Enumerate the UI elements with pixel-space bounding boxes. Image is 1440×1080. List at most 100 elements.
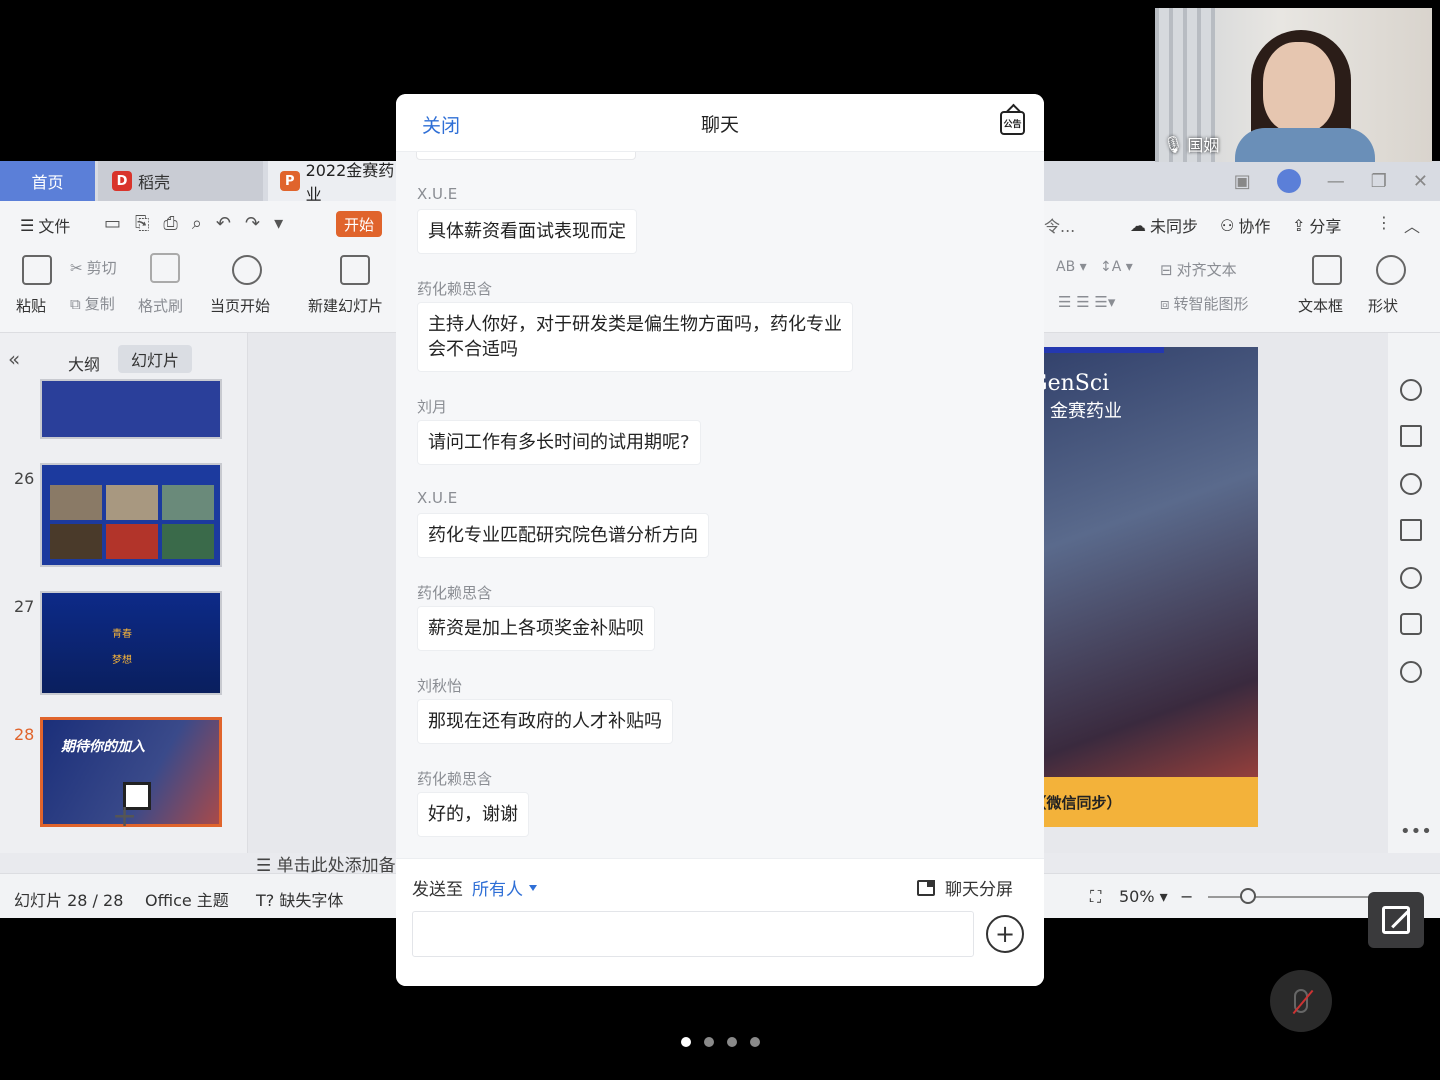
textbox-button[interactable]: 文本框: [1298, 295, 1343, 316]
cut-label: 剪切: [86, 259, 117, 277]
shape-button[interactable]: 形状: [1368, 295, 1398, 316]
new-slide-button[interactable]: 新建幻灯片: [308, 295, 383, 316]
smart-shape-label: 转智能图形: [1173, 295, 1249, 313]
announcement-icon-label: 公告: [1003, 119, 1022, 130]
collapse-ribbon-icon[interactable]: ︿: [1404, 213, 1420, 237]
slides-panel: « 大纲 幻灯片 26 27 青春 梦想 28 期待你的加入 +: [0, 333, 248, 853]
cloud-icon: ☁: [1130, 215, 1146, 235]
tab-home[interactable]: 首页: [0, 161, 95, 201]
sync-status[interactable]: ☁ 未同步: [1130, 213, 1198, 237]
slide-counter: 幻灯片 28 / 28: [14, 891, 124, 910]
sync-label: 未同步: [1150, 217, 1199, 236]
close-window-icon[interactable]: ✕: [1413, 171, 1428, 192]
star-icon[interactable]: [1400, 473, 1422, 495]
location-icon[interactable]: [1400, 661, 1422, 683]
zoom-out-icon[interactable]: −: [1180, 887, 1193, 906]
smart-shape-button[interactable]: ⧈ 转智能图形: [1160, 293, 1249, 314]
slide-thumbnail-25[interactable]: [40, 379, 222, 439]
hamburger-icon: ☰: [20, 215, 35, 235]
participant-body: [1235, 128, 1375, 162]
redo-icon[interactable]: ↷: [245, 213, 260, 234]
tab-daoke[interactable]: D 稻壳: [98, 161, 263, 201]
more-icon[interactable]: ⋮: [1376, 213, 1392, 232]
page-dot[interactable]: [726, 1037, 737, 1047]
more-dropdown-icon[interactable]: ▾: [274, 213, 283, 234]
settings-sliders-icon[interactable]: [1400, 425, 1422, 447]
help-icon[interactable]: [1400, 567, 1422, 589]
self-name: 国姻: [1187, 136, 1220, 155]
theme-name[interactable]: Office 主题: [145, 887, 229, 911]
page-dot[interactable]: [703, 1037, 714, 1047]
message-sender: 药化赖思含: [417, 770, 493, 788]
user-avatar[interactable]: [1276, 169, 1301, 193]
tab-start[interactable]: 开始: [336, 211, 382, 237]
page-dot[interactable]: [749, 1037, 760, 1047]
image-icon[interactable]: [1400, 613, 1422, 635]
slide-thumbnail-27[interactable]: 青春 梦想: [40, 591, 222, 695]
zoom-level[interactable]: 50% ▾: [1119, 887, 1168, 906]
print-icon[interactable]: ⎙: [163, 213, 177, 234]
save-icon[interactable]: ▭: [104, 213, 121, 234]
undo-icon[interactable]: ↶: [216, 213, 231, 234]
comment-icon[interactable]: [1400, 519, 1422, 541]
exit-fullscreen-button[interactable]: [1368, 892, 1424, 948]
slide-thumbnail-26[interactable]: [40, 463, 222, 567]
chat-split-screen-button[interactable]: 聊天分屏: [917, 875, 1013, 900]
exit-fullscreen-icon: [1382, 906, 1410, 934]
layout-icon[interactable]: ▣: [1234, 171, 1251, 192]
slide-number: 27: [14, 597, 35, 616]
rocket-icon[interactable]: [1400, 379, 1422, 401]
tab-outline[interactable]: 大纲: [68, 351, 100, 375]
self-name-tag: 🎙 国姻: [1163, 132, 1219, 156]
align-text-button[interactable]: ⊟ 对齐文本: [1160, 259, 1237, 280]
tab-daoke-label: 稻壳: [138, 173, 171, 192]
caret-down-icon: [529, 884, 537, 891]
font-icon: T?: [256, 891, 275, 910]
line-spacing-icons[interactable]: ☰ ☰ ☰▾: [1058, 293, 1115, 311]
message-line: 会不合适吗: [428, 339, 518, 360]
add-slide-button[interactable]: +: [112, 799, 137, 834]
share-button[interactable]: ⇪ 分享: [1292, 213, 1341, 237]
format-painter-button[interactable]: 格式刷: [138, 295, 183, 316]
preview-icon[interactable]: ⌕: [192, 213, 202, 234]
message-item: X.U.E 药化专业匹配研究院色谱分析方向: [417, 489, 709, 558]
copy-icon: ⧉: [70, 294, 81, 313]
text-direction-icon[interactable]: AB ▾ ↕A ▾: [1056, 259, 1133, 275]
cut-button[interactable]: ✂ 剪切: [70, 257, 117, 278]
slide-number-current: 28: [14, 725, 35, 744]
recipient-selector[interactable]: 所有人: [472, 875, 537, 900]
paste-button[interactable]: 粘贴: [16, 295, 46, 316]
more-tools-icon[interactable]: •••: [1400, 821, 1432, 842]
chat-header: 关闭 聊天 公告: [396, 94, 1044, 152]
message-list[interactable]: X.U.E 具体薪资看面试表现而定 药化赖思含 主持人你好，对于研发类是偏生物方…: [396, 152, 1044, 858]
chat-composer: 发送至 所有人 聊天分屏 +: [396, 858, 1044, 986]
mute-button[interactable]: [1270, 970, 1332, 1032]
zoom-slider-handle[interactable]: [1240, 888, 1256, 904]
zoom-slider[interactable]: [1208, 896, 1378, 898]
chat-title: 聊天: [700, 114, 739, 136]
message-sender: 刘秋怡: [417, 677, 463, 695]
add-attachment-button[interactable]: +: [986, 915, 1024, 953]
minimize-icon[interactable]: —: [1327, 171, 1345, 192]
copy-button[interactable]: ⧉ 复制: [70, 293, 115, 314]
page-dot[interactable]: [680, 1037, 691, 1047]
maximize-icon[interactable]: ❐: [1371, 171, 1387, 192]
message-item: 刘月 请问工作有多长时间的试用期呢?: [417, 396, 701, 465]
collaborate-button[interactable]: ⚇ 协作: [1220, 213, 1270, 237]
command-search[interactable]: 令...: [1044, 213, 1075, 237]
tab-document[interactable]: P 2022金赛药业: [268, 161, 408, 204]
fit-window-icon[interactable]: ⛶: [1090, 887, 1101, 907]
announcement-icon[interactable]: 公告: [1000, 111, 1025, 135]
split-screen-label: 聊天分屏: [945, 880, 1013, 900]
tab-slides[interactable]: 幻灯片: [118, 345, 192, 373]
quick-access-toolbar: ▭ ⎘ ⎙ ⌕ ↶ ↷ ▾: [104, 213, 283, 234]
missing-font-button[interactable]: T? 缺失字体: [256, 887, 343, 911]
file-menu[interactable]: ☰ 文件: [20, 213, 70, 237]
chat-input[interactable]: [412, 911, 974, 957]
self-video[interactable]: 🎙 国姻: [1155, 8, 1432, 162]
collapse-panel-icon[interactable]: «: [8, 347, 20, 371]
play-current-button[interactable]: 当页开始: [210, 295, 270, 316]
chat-dialog: 关闭 聊天 公告 X.U.E 具体薪资看面试表现而定 药化赖思含 主持人你好，对…: [396, 94, 1044, 986]
export-icon[interactable]: ⎘: [135, 213, 149, 234]
message-bubble: 薪资是加上各项奖金补贴呗: [417, 606, 655, 651]
